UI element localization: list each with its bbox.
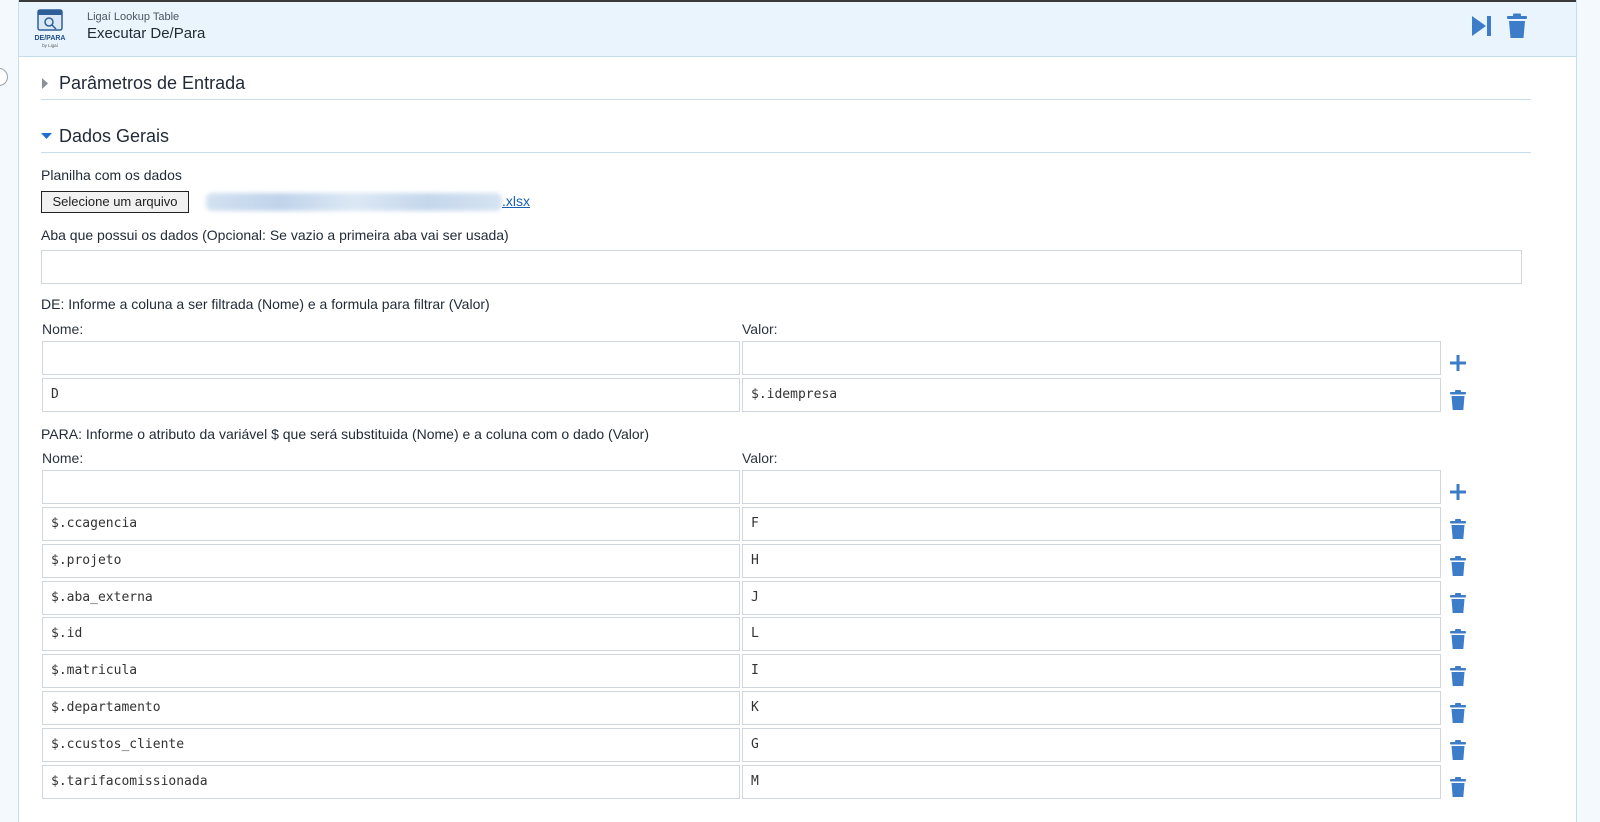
section-parametros-entrada[interactable]: Parâmetros de Entrada <box>41 69 1531 100</box>
select-file-button[interactable]: Selecione um arquivo <box>41 191 189 213</box>
para-new-name-input[interactable] <box>42 470 740 504</box>
app-title: Executar De/Para <box>87 25 206 42</box>
caret-right-icon <box>42 78 48 89</box>
para-row-name-input[interactable]: $.projeto <box>42 543 740 578</box>
para-name-header: Nome: <box>42 450 84 466</box>
de-value-header: Valor: <box>742 321 778 337</box>
de-row-value-input[interactable]: $.idempresa <box>742 378 1441 412</box>
para-row-name-input[interactable]: $.ccustos_cliente <box>42 727 740 762</box>
para-row-value-input[interactable]: G <box>742 727 1441 762</box>
de-row-name-input[interactable]: D <box>42 378 740 412</box>
svg-text:DE/PARA: DE/PARA <box>35 35 66 42</box>
para-row-name-input[interactable]: $.id <box>42 617 740 652</box>
trash-icon[interactable] <box>1447 592 1469 614</box>
para-row-name-input[interactable]: $.aba_externa <box>42 580 740 615</box>
de-new-name-input[interactable] <box>42 341 740 375</box>
para-row-value-input[interactable]: F <box>742 507 1441 541</box>
para-row-name-input[interactable]: $.ccagencia <box>42 507 740 541</box>
para-value-header: Valor: <box>742 450 778 466</box>
background-pattern <box>1551 0 1576 822</box>
step-card: DE/PARA by Ligaí Ligaí Lookup Table Exec… <box>18 0 1577 822</box>
para-label: PARA: Informe o atributo da variável $ q… <box>41 426 650 442</box>
para-row-value-input[interactable]: I <box>742 654 1441 689</box>
para-row-name-input[interactable]: $.matricula <box>42 654 740 689</box>
trash-icon[interactable] <box>1447 555 1469 577</box>
trash-icon[interactable] <box>1447 628 1469 650</box>
plus-icon[interactable] <box>1447 481 1469 503</box>
de-label: DE: Informe a coluna a ser filtrada (Nom… <box>41 296 490 312</box>
para-row-value-input[interactable]: M <box>742 764 1441 799</box>
skip-forward-icon[interactable] <box>1467 12 1495 40</box>
de-new-value-input[interactable] <box>742 341 1441 375</box>
section-title: Dados Gerais <box>59 126 170 146</box>
trash-icon[interactable] <box>1447 739 1469 761</box>
sheet-input[interactable] <box>41 250 1522 284</box>
sheet-label: Aba que possui os dados (Opcional: Se va… <box>41 227 509 243</box>
section-title: Parâmetros de Entrada <box>59 73 246 93</box>
trash-icon[interactable] <box>1447 702 1469 724</box>
para-row-value-input[interactable]: H <box>742 543 1441 578</box>
app-subtitle: Ligaí Lookup Table <box>87 11 180 23</box>
side-toggle-icon[interactable] <box>0 68 8 86</box>
para-row-name-input[interactable]: $.departamento <box>42 691 740 725</box>
para-row-value-input[interactable]: K <box>742 691 1441 725</box>
trash-icon[interactable] <box>1447 518 1469 540</box>
svg-text:by Ligaí: by Ligaí <box>42 43 59 48</box>
para-row-value-input[interactable]: J <box>742 580 1441 615</box>
file-label: Planilha com os dados <box>41 167 182 183</box>
trash-icon[interactable] <box>1447 776 1469 798</box>
file-link[interactable]: .xlsx <box>502 193 530 209</box>
step-header: DE/PARA by Ligaí Ligaí Lookup Table Exec… <box>19 2 1576 57</box>
para-row-name-input[interactable]: $.tarifacomissionada <box>42 764 740 799</box>
caret-down-icon <box>41 133 52 139</box>
para-row-value-input[interactable]: L <box>742 617 1441 652</box>
trash-icon[interactable] <box>1447 665 1469 687</box>
de-name-header: Nome: <box>42 321 84 337</box>
para-new-value-input[interactable] <box>742 470 1441 504</box>
file-name-redacted <box>206 193 502 211</box>
depara-logo: DE/PARA by Ligaí <box>35 9 66 48</box>
plus-icon[interactable] <box>1447 352 1469 374</box>
trash-icon[interactable] <box>1503 12 1531 40</box>
trash-icon[interactable] <box>1447 389 1469 411</box>
section-dados-gerais[interactable]: Dados Gerais <box>41 122 1531 153</box>
